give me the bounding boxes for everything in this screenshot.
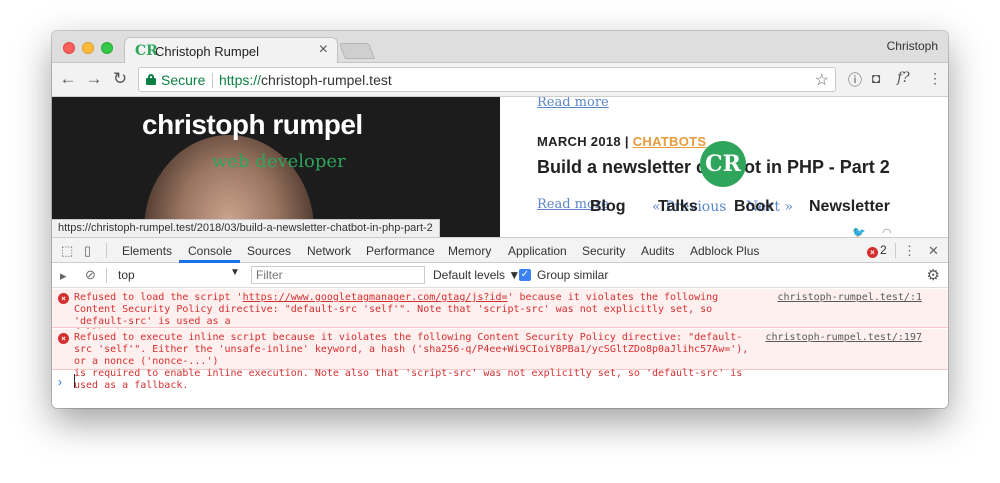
forward-icon[interactable]: →	[84, 69, 104, 89]
error-icon: ×	[58, 333, 69, 344]
secure-label: Secure	[161, 72, 206, 88]
web-page: christoph rumpel web developer Read more…	[52, 97, 948, 237]
error-count-badge[interactable]: × 2	[867, 243, 887, 258]
tab-memory[interactable]: Memory	[448, 244, 491, 258]
nav-newsletter[interactable]: Newsletter	[809, 198, 890, 216]
toolbar-divider	[895, 243, 896, 258]
group-similar-label: Group similar	[537, 268, 609, 282]
post-meta: MARCH 2018 | CHATBOTS	[537, 134, 706, 149]
console-input[interactable]	[74, 374, 75, 388]
font-icon[interactable]: f?	[897, 70, 910, 86]
omnibox-divider	[212, 73, 213, 88]
hero-banner: christoph rumpel web developer	[52, 97, 500, 237]
status-bubble-url: https://christoph-rumpel.test/2018/03/bu…	[52, 219, 440, 237]
url-text: https://christoph-rumpel.test	[219, 72, 392, 88]
browser-window: CR Christoph Rumpel × Christoph ← → ↻ Se…	[52, 31, 948, 408]
log-levels-dropdown[interactable]: Default levels ▼	[433, 268, 520, 282]
zoom-window-button[interactable]	[101, 42, 113, 54]
nav-book[interactable]: Book	[734, 198, 774, 216]
url-scheme: https://	[219, 72, 262, 88]
new-tab-button[interactable]	[339, 43, 375, 59]
address-bar[interactable]: Secure https://christoph-rumpel.test ☆	[138, 67, 836, 92]
console-error-message: × Refused to load the script 'https://ww…	[52, 289, 948, 339]
tab-performance[interactable]: Performance	[366, 244, 435, 258]
browser-toolbar: ← → ↻ Secure https://christoph-rumpel.te…	[52, 63, 948, 97]
tab-elements[interactable]: Elements	[122, 244, 172, 258]
error-icon: ×	[58, 293, 69, 304]
hero-name: christoph rumpel	[142, 109, 363, 140]
console-error-message: × Refused to execute inline script becau…	[52, 329, 948, 391]
inspect-element-icon[interactable]: ⬚	[61, 243, 73, 259]
tab-sources[interactable]: Sources	[247, 244, 291, 258]
devtools-panel: ⬚ ▯ Elements Console Sources Network Per…	[52, 237, 948, 408]
read-more-link[interactable]: Read more	[537, 97, 609, 110]
nav-blog[interactable]: Blog	[590, 198, 626, 216]
error-text-part: Refused to load the script '	[74, 292, 243, 303]
toolbar-divider	[106, 243, 107, 258]
tab-application[interactable]: Application	[508, 244, 567, 258]
tab-close-icon[interactable]: ×	[319, 41, 328, 59]
error-count: 2	[880, 243, 887, 257]
tab-christoph-rumpel[interactable]: CR Christoph Rumpel ×	[124, 37, 338, 64]
twitter-icon[interactable]: 🐦	[852, 226, 866, 237]
profile-button[interactable]: Christoph	[887, 39, 938, 53]
error-source-link[interactable]: christoph-rumpel.test/:197	[765, 332, 922, 344]
error-icon: ×	[867, 247, 878, 258]
console-filter-bar: ▸ ⊘ top ▼ Default levels ▼ ✓ Group simil…	[52, 263, 948, 288]
error-text: Refused to execute inline script because…	[74, 332, 749, 391]
hero-role: web developer	[212, 151, 346, 172]
tab-adblock-plus[interactable]: Adblock Plus	[690, 244, 759, 258]
tab-audits[interactable]: Audits	[641, 244, 674, 258]
console-prompt-icon: ›	[58, 375, 62, 389]
post-date: MARCH 2018 |	[537, 134, 629, 149]
group-similar-checkbox[interactable]: ✓	[519, 269, 531, 281]
reload-icon[interactable]: ↻	[110, 69, 130, 89]
site-logo[interactable]: CR	[700, 141, 746, 187]
minimize-window-button[interactable]	[82, 42, 94, 54]
chevron-down-icon[interactable]: ▼	[230, 267, 240, 278]
close-window-button[interactable]	[63, 42, 75, 54]
console-sidebar-icon[interactable]: ▸	[60, 268, 67, 284]
tab-network[interactable]: Network	[307, 244, 351, 258]
lock-icon	[146, 74, 156, 85]
error-source-link[interactable]: christoph-rumpel.test/:1	[778, 292, 923, 304]
gear-icon[interactable]: ⚙	[927, 266, 940, 284]
error-script-link[interactable]: https://www.googletagmanager.com/gtag/js…	[243, 292, 508, 303]
title-bar: CR Christoph Rumpel × Christoph	[52, 31, 948, 64]
rss-icon[interactable]: ◠	[882, 226, 892, 237]
devtools-tab-bar: ⬚ ▯ Elements Console Sources Network Per…	[52, 238, 948, 263]
tab-console[interactable]: Console	[188, 244, 232, 258]
pocket-icon[interactable]: ◘	[872, 70, 880, 86]
toolbar-divider	[106, 268, 107, 283]
close-devtools-icon[interactable]: ✕	[928, 243, 939, 259]
more-icon[interactable]: ⋮	[928, 70, 942, 87]
post-category-link[interactable]: CHATBOTS	[633, 134, 707, 149]
console-filter-input[interactable]	[251, 266, 425, 284]
tab-title: Christoph Rumpel	[155, 44, 260, 59]
back-icon[interactable]: ←	[58, 69, 78, 89]
context-select[interactable]: top	[118, 268, 243, 282]
tab-security[interactable]: Security	[582, 244, 625, 258]
clear-console-icon[interactable]: ⊘	[85, 267, 96, 283]
nav-talks[interactable]: Talks	[658, 198, 698, 216]
info-icon[interactable]: ⓘ	[848, 70, 862, 90]
device-toolbar-icon[interactable]: ▯	[84, 243, 91, 259]
url-host: christoph-rumpel.test	[261, 72, 392, 88]
bookmark-star-icon[interactable]: ☆	[815, 70, 829, 90]
devtools-menu-icon[interactable]: ⋮	[903, 243, 916, 259]
